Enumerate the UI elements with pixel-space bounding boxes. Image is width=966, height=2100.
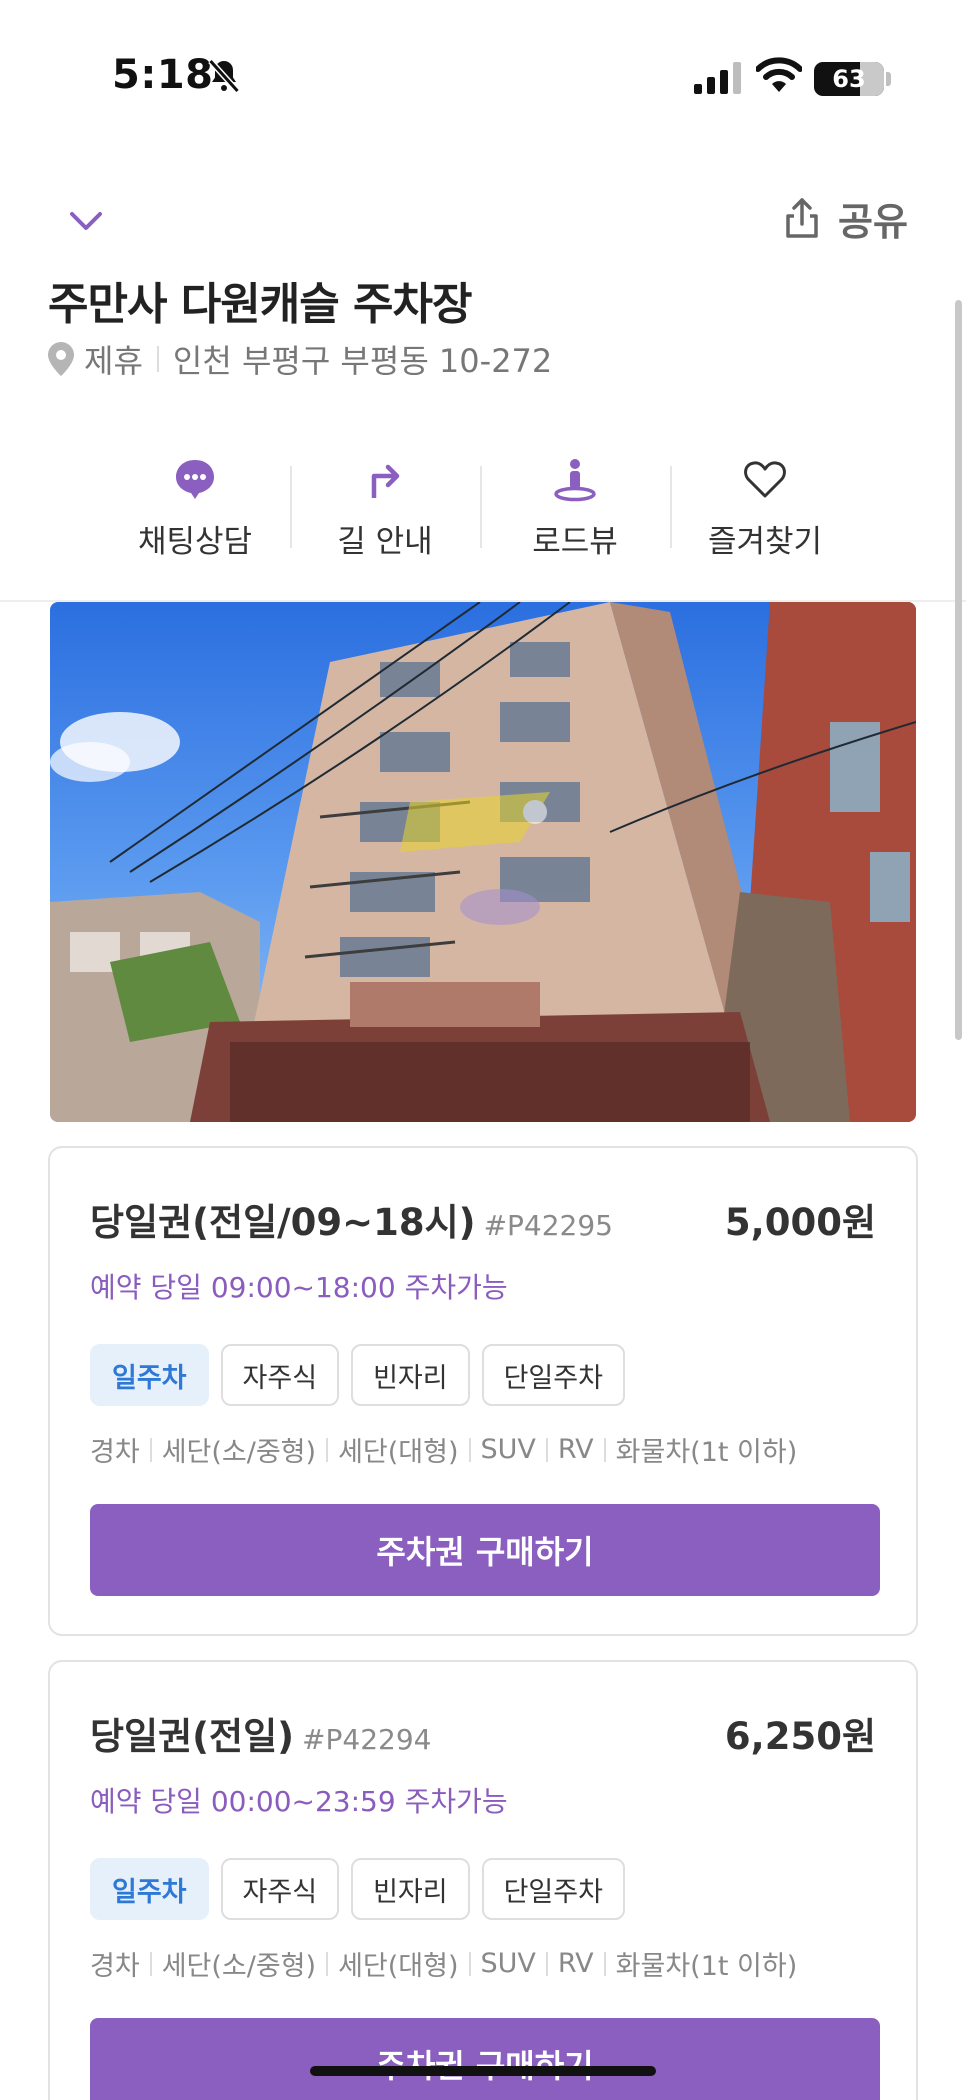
location-pin-icon: [48, 342, 74, 376]
separator: [545, 1951, 548, 1976]
separator: [468, 1437, 471, 1462]
road-view-button[interactable]: 로드뷰: [480, 456, 670, 566]
partner-tag: 제휴: [84, 342, 143, 380]
ticket-chips: 일주차 자주식 빈자리 단일주차: [90, 1344, 625, 1406]
address-row: 제휴 인천 부평구 부평동 10-272: [48, 336, 552, 382]
signal-icon: [694, 62, 741, 94]
ticket-card: 당일권(전일/09~18시) #P42295 5,000원 예약 당일 09:00…: [48, 1146, 918, 1636]
wifi-icon: [756, 57, 802, 92]
ticket-chips: 일주차 자주식 빈자리 단일주차: [90, 1858, 625, 1920]
vehicle-type: 세단(소/중형): [161, 1437, 317, 1468]
heart-icon: [744, 461, 786, 498]
battery-icon: 63: [814, 62, 884, 96]
ticket-description: 예약 당일 09:00~18:00 주차가능: [90, 1271, 508, 1304]
chip: 일주차: [90, 1858, 209, 1920]
ticket-code: #P42294: [302, 1723, 432, 1756]
buy-ticket-button[interactable]: 주차권 구매하기: [90, 2018, 880, 2100]
road-view-icon: [554, 459, 596, 502]
vehicle-types: 경차 세단(소/중형) 세단(대형) SUV RV 화물차(1t 이하): [90, 1430, 797, 1469]
vehicle-type: 세단(대형): [338, 1437, 459, 1468]
chip: 빈자리: [351, 1344, 470, 1406]
scrollbar[interactable]: [955, 300, 962, 1040]
clock: 5:18: [112, 52, 214, 98]
ticket-price: 5,000원: [724, 1201, 876, 1244]
separator: [326, 1951, 329, 1976]
bell-slash-icon: [208, 58, 240, 94]
separator: [156, 346, 159, 372]
favorite-button[interactable]: 즐겨찾기: [670, 456, 860, 566]
separator: [603, 1951, 606, 1976]
separator: [149, 1437, 152, 1462]
status-bar: 5:18 63: [0, 0, 966, 150]
separator: [468, 1951, 471, 1976]
chat-icon: [176, 460, 214, 499]
chip: 빈자리: [351, 1858, 470, 1920]
action-label: 채팅상담: [137, 524, 253, 560]
separator: [603, 1437, 606, 1462]
vehicle-type: 화물차(1t 이하): [615, 1437, 798, 1468]
ticket-name: 당일권(전일) #P42294: [90, 1706, 431, 1760]
vehicle-type: 세단(대형): [338, 1951, 459, 1982]
separator: [326, 1437, 329, 1462]
action-label: 로드뷰: [532, 524, 618, 560]
ticket-title: 당일권(전일/09~18시): [90, 1201, 476, 1244]
vehicle-types: 경차 세단(소/중형) 세단(대형) SUV RV 화물차(1t 이하): [90, 1944, 797, 1983]
chip: 자주식: [220, 1858, 340, 1920]
share-icon: [786, 198, 818, 238]
share-label: 공유: [838, 199, 908, 244]
battery-cap: [886, 72, 891, 86]
separator: [545, 1437, 548, 1462]
vehicle-type: 경차: [90, 1951, 140, 1982]
directions-button[interactable]: 길 안내: [290, 456, 480, 566]
home-indicator[interactable]: [310, 2066, 656, 2076]
building-illustration: [50, 602, 916, 1122]
ticket-card: 당일권(전일) #P42294 6,250원 예약 당일 00:00~23:59 …: [48, 1660, 918, 2100]
vehicle-type: 화물차(1t 이하): [615, 1951, 798, 1982]
battery-level: 63: [832, 65, 866, 93]
action-label: 길 안내: [337, 524, 433, 560]
ticket-name: 당일권(전일/09~18시) #P42295: [90, 1192, 613, 1246]
page-title: 주만사 다원캐슬 주차장: [48, 279, 472, 330]
directions-icon: [371, 464, 400, 498]
ticket-code: #P42295: [483, 1209, 613, 1242]
separator: [149, 1951, 152, 1976]
vehicle-type: SUV: [480, 1948, 536, 1979]
vehicle-type: 세단(소/중형): [161, 1951, 317, 1982]
buy-ticket-button[interactable]: 주차권 구매하기: [90, 1504, 880, 1596]
vehicle-type: RV: [557, 1948, 594, 1979]
chip: 일주차: [90, 1344, 209, 1406]
vehicle-type: RV: [557, 1434, 594, 1465]
vehicle-type: SUV: [480, 1434, 536, 1465]
chip: 단일주차: [481, 1344, 625, 1406]
chat-consult-button[interactable]: 채팅상담: [100, 456, 290, 566]
action-row: 채팅상담 길 안내 로드뷰 즐겨찾기: [100, 456, 860, 566]
ticket-description: 예약 당일 00:00~23:59 주차가능: [90, 1785, 508, 1818]
chip: 단일주차: [481, 1858, 625, 1920]
chip: 자주식: [220, 1344, 340, 1406]
address-text: 인천 부평구 부평동 10-272: [172, 342, 553, 380]
ticket-title: 당일권(전일): [90, 1715, 295, 1758]
share-button[interactable]: 공유: [780, 190, 908, 246]
action-label: 즐겨찾기: [707, 524, 823, 560]
parking-photo[interactable]: [50, 602, 916, 1122]
chevron-down-icon[interactable]: [64, 198, 108, 242]
vehicle-type: 경차: [90, 1437, 140, 1468]
ticket-price: 6,250원: [724, 1715, 876, 1758]
